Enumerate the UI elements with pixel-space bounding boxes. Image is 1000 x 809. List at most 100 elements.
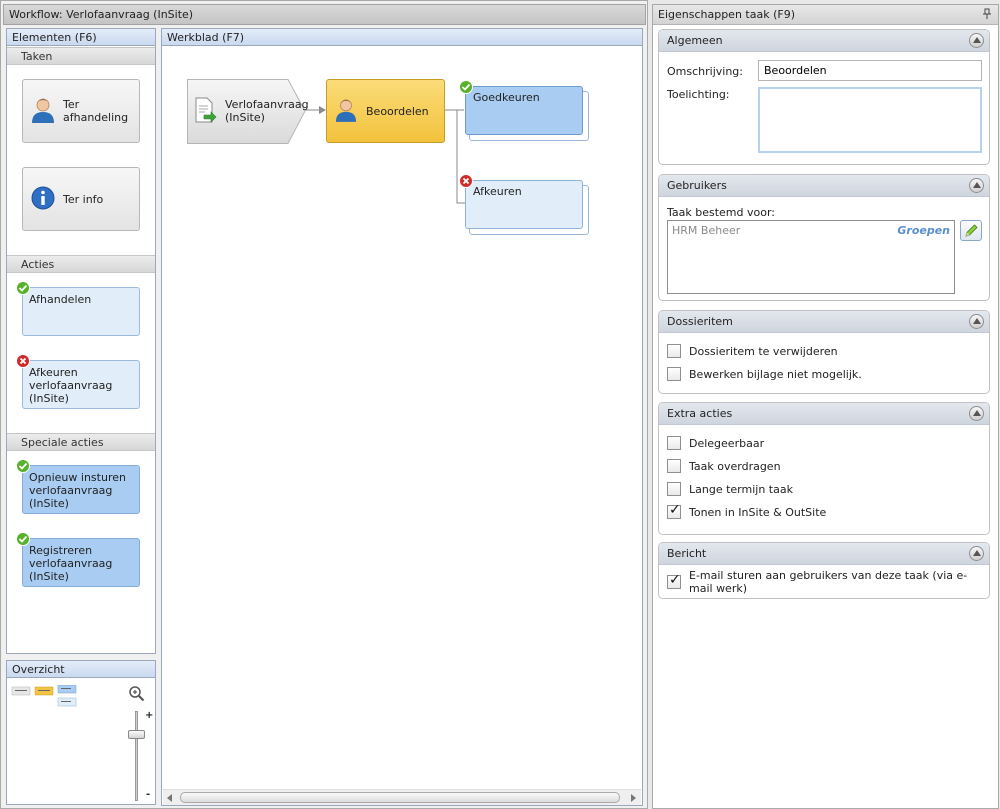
- card-title: Bericht: [667, 547, 707, 560]
- properties-window: Eigenschappen taak (F9) Algemeen Omschri…: [652, 4, 999, 809]
- card-title: Extra acties: [667, 407, 733, 420]
- checkbox[interactable]: [667, 367, 681, 381]
- special-action-opnieuw-insturen[interactable]: Opnieuw insturen verlofaanvraag (InSite): [16, 459, 140, 514]
- info-icon: [31, 186, 55, 213]
- option-taak-overdragen[interactable]: Taak overdragen: [667, 458, 781, 474]
- error-icon: [16, 354, 30, 368]
- checkbox[interactable]: [667, 436, 681, 450]
- card-title: Dossieritem: [667, 315, 733, 328]
- edit-users-button[interactable]: [960, 220, 982, 241]
- workflow-title: Workflow: Verlofaanvraag (InSite): [3, 4, 646, 25]
- workflow-node-reject[interactable]: Afkeuren: [459, 174, 583, 229]
- section-speciale-acties[interactable]: Speciale acties: [7, 433, 155, 451]
- checkbox-checked[interactable]: [667, 502, 681, 519]
- checkbox[interactable]: [667, 344, 681, 358]
- checkmark-icon: [459, 80, 473, 94]
- zoom-plus-label: +: [145, 710, 154, 721]
- properties-title: Eigenschappen taak (F9): [653, 5, 998, 25]
- zoom-slider-handle[interactable]: [128, 730, 145, 739]
- option-label: Dossieritem te verwijderen: [689, 344, 838, 358]
- checkmark-icon: [16, 532, 30, 546]
- workflow-node-approve[interactable]: Goedkeuren: [459, 80, 583, 135]
- workflow-node-approve-label: Goedkeuren: [473, 91, 540, 104]
- card-bericht-header[interactable]: Bericht: [659, 543, 989, 565]
- zoom-slider-track[interactable]: [135, 711, 138, 801]
- card-dossieritem-header[interactable]: Dossieritem: [659, 311, 989, 333]
- error-icon: [459, 174, 473, 188]
- workflow-node-task[interactable]: Beoordelen: [326, 79, 445, 143]
- workflow-node-start-label: Verlofaanvraag (InSite): [225, 98, 309, 124]
- worksheet-panel-header: Werkblad (F7): [162, 29, 642, 46]
- workflow-node-reject-label: Afkeuren: [473, 185, 522, 198]
- scroll-left-icon[interactable]: [167, 794, 172, 802]
- users-list-item[interactable]: HRM Beheer Groepen: [672, 224, 950, 238]
- user-icon: [31, 97, 55, 126]
- action-label: Registreren verlofaanvraag (InSite): [29, 544, 113, 583]
- card-bericht: Bericht E-mail sturen aan gebruikers van…: [658, 542, 990, 599]
- overview-panel: Overzicht + -: [6, 660, 156, 805]
- action-label: Opnieuw insturen verlofaanvraag (InSite): [29, 471, 126, 510]
- section-acties[interactable]: Acties: [7, 255, 155, 273]
- toelichting-textarea[interactable]: [758, 87, 982, 153]
- task-ter-info[interactable]: Ter info: [22, 167, 140, 231]
- elements-panel: Elementen (F6) Taken Ter afhandeling Ter…: [6, 28, 156, 654]
- option-dossieritem-verwijderen[interactable]: Dossieritem te verwijderen: [667, 343, 838, 359]
- collapse-icon[interactable]: [969, 546, 984, 561]
- option-label: Bewerken bijlage niet mogelijk.: [689, 367, 862, 381]
- option-label: Tonen in InSite & OutSite: [689, 505, 827, 519]
- card-extra-acties-header[interactable]: Extra acties: [659, 403, 989, 425]
- omschrijving-label: Omschrijving:: [667, 65, 743, 78]
- worksheet-hscroll-thumb[interactable]: [180, 792, 620, 803]
- task-ter-afhandeling[interactable]: Ter afhandeling: [22, 79, 140, 143]
- users-listbox[interactable]: HRM Beheer Groepen: [667, 220, 955, 294]
- card-extra-acties: Extra acties Delegeerbaar Taak overdrage…: [658, 402, 990, 535]
- action-afhandelen[interactable]: Afhandelen: [16, 281, 140, 336]
- checkbox-checked[interactable]: [667, 572, 681, 589]
- option-label: E-mail sturen aan gebruikers van deze ta…: [689, 569, 968, 595]
- overview-panel-header: Overzicht: [7, 661, 155, 678]
- worksheet-panel: Werkblad (F7) Verlofaanvraag (InSite) Be…: [161, 28, 643, 806]
- card-algemeen: Algemeen Omschrijving: Toelichting:: [658, 29, 990, 165]
- option-delegeerbaar[interactable]: Delegeerbaar: [667, 435, 764, 451]
- scroll-right-icon[interactable]: [631, 794, 636, 802]
- collapse-icon[interactable]: [969, 314, 984, 329]
- checkmark-icon: [16, 459, 30, 473]
- card-dossieritem: Dossieritem Dossieritem te verwijderen B…: [658, 310, 990, 394]
- card-title: Gebruikers: [667, 179, 727, 192]
- action-label: Afkeuren verlofaanvraag (InSite): [29, 366, 113, 405]
- elements-panel-header: Elementen (F6): [7, 29, 155, 46]
- collapse-icon[interactable]: [969, 406, 984, 421]
- option-lange-termijn-taak[interactable]: Lange termijn taak: [667, 481, 793, 497]
- task-label: Ter afhandeling: [63, 98, 129, 124]
- special-action-registreren[interactable]: Registreren verlofaanvraag (InSite): [16, 532, 140, 587]
- card-title: Algemeen: [667, 34, 723, 47]
- option-email-sturen[interactable]: E-mail sturen aan gebruikers van deze ta…: [667, 569, 989, 595]
- option-bijlage-niet-bewerken[interactable]: Bewerken bijlage niet mogelijk.: [667, 366, 862, 382]
- card-gebruikers-header[interactable]: Gebruikers: [659, 175, 989, 197]
- option-label: Delegeerbaar: [689, 436, 765, 450]
- user-icon: [335, 98, 357, 125]
- toelichting-label: Toelichting:: [667, 88, 730, 101]
- user-group-name: HRM Beheer: [672, 224, 741, 237]
- card-algemeen-header[interactable]: Algemeen: [659, 30, 989, 52]
- collapse-icon[interactable]: [969, 33, 984, 48]
- zoom-minus-label: -: [146, 789, 151, 800]
- worksheet-hscrollbar[interactable]: [163, 789, 641, 805]
- zoom-icon[interactable]: [128, 685, 145, 705]
- checkbox[interactable]: [667, 459, 681, 473]
- task-label: Ter info: [63, 192, 104, 206]
- checkmark-icon: [16, 281, 30, 295]
- checkbox[interactable]: [667, 482, 681, 496]
- workflow-node-task-label: Beoordelen: [366, 104, 429, 118]
- action-afkeuren-verlofaanvraag[interactable]: Afkeuren verlofaanvraag (InSite): [16, 354, 140, 409]
- option-tonen-insite-outsite[interactable]: Tonen in InSite & OutSite: [667, 502, 827, 520]
- overview-minimap[interactable]: [11, 684, 91, 715]
- taak-bestemd-voor-label: Taak bestemd voor:: [667, 206, 776, 219]
- user-group-type: Groepen: [897, 224, 950, 237]
- collapse-icon[interactable]: [969, 178, 984, 193]
- card-gebruikers: Gebruikers Taak bestemd voor: HRM Beheer…: [658, 174, 990, 301]
- option-label: Lange termijn taak: [689, 482, 793, 496]
- section-taken[interactable]: Taken: [7, 47, 155, 65]
- omschrijving-input[interactable]: [758, 60, 982, 81]
- pin-icon[interactable]: [982, 8, 992, 20]
